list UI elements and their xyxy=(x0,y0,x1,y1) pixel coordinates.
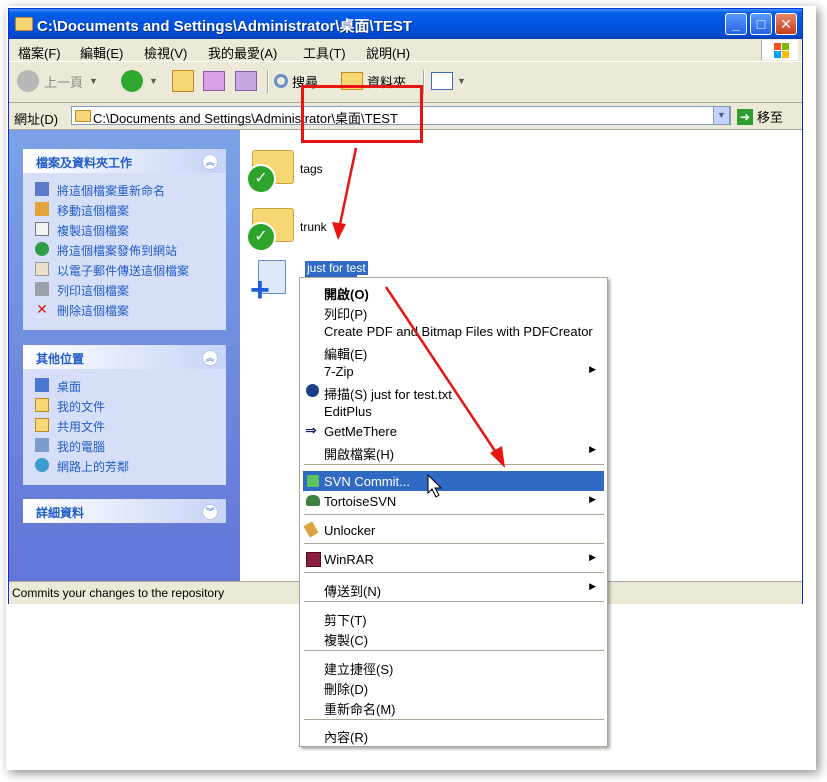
annotation-arrow-2 xyxy=(384,286,505,468)
annotation-arrow-1 xyxy=(332,147,358,240)
mouse-cursor-icon xyxy=(427,473,443,498)
annotation-layer xyxy=(332,147,505,498)
